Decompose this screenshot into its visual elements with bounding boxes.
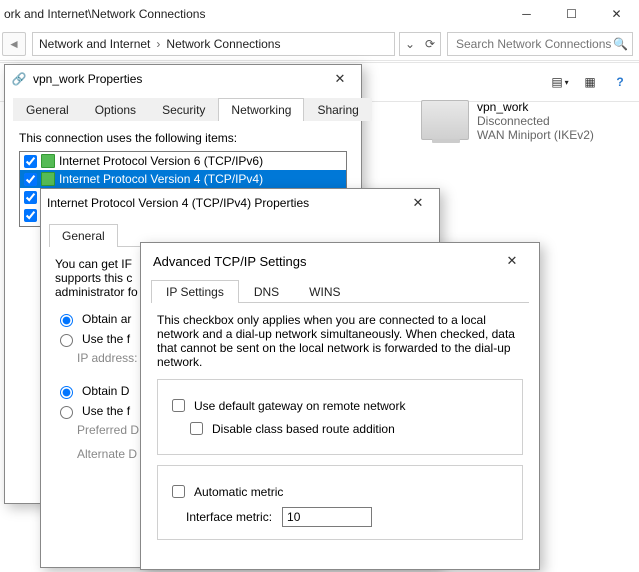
gateway-group: Use default gateway on remote network Di… (157, 379, 523, 455)
close-button[interactable]: ✕ (594, 0, 639, 28)
network-item[interactable]: Internet Protocol Version 6 (TCP/IPv6) (20, 152, 346, 170)
radio-label: Use the f (82, 404, 130, 418)
back-button[interactable]: ◄ (2, 32, 26, 56)
interface-metric-label: Interface metric: (186, 510, 272, 524)
help-button[interactable]: ? (609, 71, 631, 93)
dialog-close-button[interactable]: ✕ (325, 71, 355, 87)
protocol-icon (41, 154, 55, 168)
items-intro: This connection uses the following items… (19, 131, 347, 145)
breadcrumb-dropdown-icon[interactable]: ⌄ (400, 37, 420, 51)
interface-metric-input[interactable] (282, 507, 372, 527)
checkbox-label: Use default gateway on remote network (194, 399, 405, 413)
obtain-ip-auto-radio[interactable] (60, 314, 73, 327)
tab-networking[interactable]: Networking (218, 98, 304, 121)
dialog-icon: 🔗 (11, 71, 27, 87)
connection-name: vpn_work (477, 100, 594, 114)
use-ip-radio[interactable] (60, 334, 73, 347)
item-label: Internet Protocol Version 4 (TCP/IPv4) (59, 172, 263, 186)
tab-general[interactable]: General (13, 98, 82, 121)
tab-sharing[interactable]: Sharing (304, 98, 371, 121)
refresh-button[interactable]: ⟳ (420, 37, 440, 51)
tab-general[interactable]: General (49, 224, 118, 247)
tab-security[interactable]: Security (149, 98, 218, 121)
item-checkbox[interactable] (24, 209, 37, 222)
connection-icon (421, 100, 469, 140)
chevron-right-icon: › (156, 37, 160, 51)
network-item[interactable]: Internet Protocol Version 4 (TCP/IPv4) (20, 170, 346, 188)
radio-label: Use the f (82, 332, 130, 346)
tab-options[interactable]: Options (82, 98, 149, 121)
radio-label: Obtain D (82, 384, 129, 398)
connection-status: Disconnected (477, 114, 594, 128)
radio-label: Obtain ar (82, 312, 131, 326)
breadcrumb-part[interactable]: Network and Internet (39, 37, 150, 51)
tab-ip-settings[interactable]: IP Settings (151, 280, 239, 303)
connection-item[interactable]: vpn_work Disconnected WAN Miniport (IKEv… (421, 100, 621, 142)
search-icon: 🔍 (613, 37, 628, 51)
breadcrumb-part[interactable]: Network Connections (166, 37, 280, 51)
checkbox-label: Disable class based route addition (212, 422, 395, 436)
view-options-button[interactable]: ▤▾ (549, 71, 571, 93)
obtain-dns-auto-radio[interactable] (60, 386, 73, 399)
help-icon: ? (616, 75, 623, 89)
gateway-help-text: This checkbox only applies when you are … (157, 313, 523, 369)
advanced-tcpip-dialog: Advanced TCP/IP Settings ✕ IP Settings D… (140, 242, 540, 570)
disable-class-route-checkbox[interactable] (190, 422, 203, 435)
checkbox-label: Automatic metric (194, 485, 283, 499)
default-gateway-checkbox[interactable] (172, 399, 185, 412)
search-input[interactable] (454, 36, 626, 52)
item-checkbox[interactable] (24, 155, 37, 168)
search-box[interactable]: 🔍 (447, 32, 633, 56)
protocol-icon (41, 172, 55, 186)
layout-icon: ▦ (584, 75, 595, 89)
minimize-button[interactable]: ─ (504, 0, 549, 28)
item-label: Internet Protocol Version 6 (TCP/IPv6) (59, 154, 263, 168)
dialog-title: Internet Protocol Version 4 (TCP/IPv4) P… (47, 196, 403, 210)
dialog-title: Advanced TCP/IP Settings (153, 254, 497, 269)
automatic-metric-checkbox[interactable] (172, 485, 185, 498)
use-dns-radio[interactable] (60, 406, 73, 419)
breadcrumb[interactable]: Network and Internet › Network Connectio… (32, 32, 395, 56)
item-checkbox[interactable] (24, 173, 37, 186)
connection-device: WAN Miniport (IKEv2) (477, 128, 594, 142)
address-bar: ork and Internet\Network Connections (0, 0, 499, 28)
dialog-close-button[interactable]: ✕ (497, 253, 527, 269)
metric-group: Automatic metric Interface metric: (157, 465, 523, 540)
maximize-button[interactable]: ☐ (549, 0, 594, 28)
dialog-close-button[interactable]: ✕ (403, 195, 433, 211)
group-button[interactable]: ▦ (579, 71, 601, 93)
dialog-title: vpn_work Properties (33, 72, 325, 86)
tab-wins[interactable]: WINS (294, 280, 355, 303)
item-checkbox[interactable] (24, 191, 37, 204)
view-icon: ▤ (551, 75, 562, 89)
tab-dns[interactable]: DNS (239, 280, 294, 303)
